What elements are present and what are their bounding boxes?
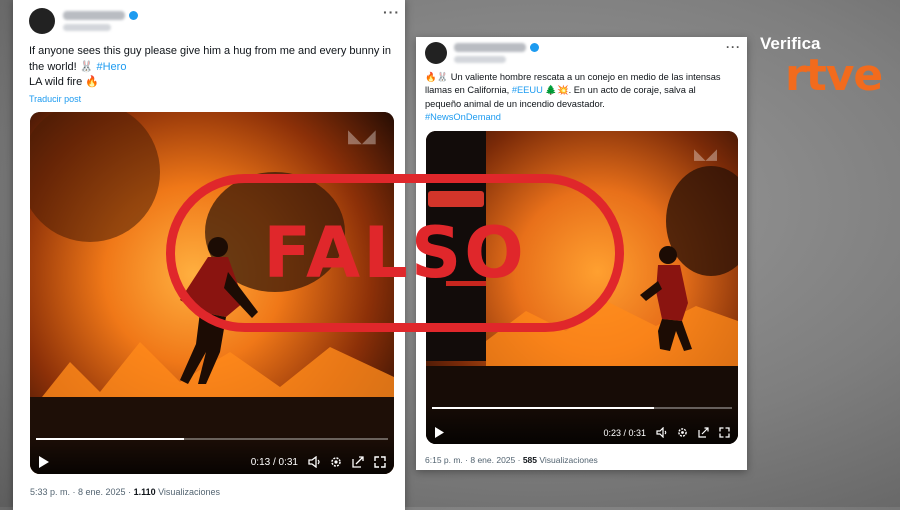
settings-icon[interactable] xyxy=(330,456,342,468)
tweet-1-header xyxy=(29,8,138,34)
avatar[interactable] xyxy=(425,42,447,64)
video-progress-bar[interactable] xyxy=(432,407,732,409)
tweet-2-views-label: Visualizaciones xyxy=(537,455,598,465)
hashtag-hero[interactable]: #Hero xyxy=(97,61,127,73)
video-progress-fill xyxy=(36,438,184,440)
volume-icon[interactable] xyxy=(656,427,667,438)
svg-text:◣◢: ◣◢ xyxy=(348,126,376,146)
video-time: 0:23 / 0:31 xyxy=(603,427,646,438)
verified-icon xyxy=(530,43,539,52)
brand-rtve-logo: rtve xyxy=(785,50,883,101)
video-controls: 0:23 / 0:31 xyxy=(426,404,738,444)
author-handle-blurred[interactable] xyxy=(454,56,506,63)
author-name-blurred[interactable] xyxy=(63,11,125,20)
avatar[interactable] xyxy=(29,8,55,34)
hashtag-eeuu[interactable]: #EEUU xyxy=(512,85,543,95)
tweet-2-timestamp[interactable]: 6:15 p. m. · 8 ene. 2025 · xyxy=(425,455,523,465)
more-icon[interactable]: ··· xyxy=(726,40,741,54)
share-icon[interactable] xyxy=(352,456,364,468)
tweet-1-views-label: Visualizaciones xyxy=(155,487,220,497)
author-name-blurred[interactable] xyxy=(454,43,526,52)
tweet-1-meta: 5:33 p. m. · 8 ene. 2025 · 1.110 Visuali… xyxy=(30,487,220,497)
play-icon[interactable] xyxy=(38,456,49,468)
video-progress-bar[interactable] xyxy=(36,438,388,440)
video-controls: 0:13 / 0:31 xyxy=(30,434,394,474)
author-handle-blurred[interactable] xyxy=(63,24,111,31)
hashtag-newsondemand[interactable]: #NewsOnDemand xyxy=(425,112,501,122)
fullscreen-icon[interactable] xyxy=(719,427,730,438)
tweet-1-line-2: the world! 🐰 xyxy=(29,60,97,73)
svg-text:◣◢: ◣◢ xyxy=(694,146,718,163)
tweet-2-header xyxy=(425,42,539,64)
video-progress-fill xyxy=(432,407,654,409)
tweet-2-line-2: llamas en California, xyxy=(425,85,512,96)
more-icon[interactable]: ··· xyxy=(383,4,400,20)
tweet-1-line-1: If anyone sees this guy please give him … xyxy=(29,45,391,57)
settings-icon[interactable] xyxy=(677,427,688,438)
video-time: 0:13 / 0:31 xyxy=(250,456,298,468)
tweet-2-views-count: 585 xyxy=(522,455,537,465)
fullscreen-icon[interactable] xyxy=(374,456,386,468)
tweet-1-text: If anyone sees this guy please give him … xyxy=(29,44,401,91)
falso-stamp: FALSO xyxy=(166,174,624,332)
tweet-2-meta: 6:15 p. m. · 8 ene. 2025 · 585 Visualiza… xyxy=(425,455,598,465)
volume-icon[interactable] xyxy=(308,456,320,468)
tweet-2-text: 🔥🐰 Un valiente hombre rescata a un conej… xyxy=(425,71,743,125)
tweet-2-line-3: pequeño animal de un incendio devastador… xyxy=(425,98,605,109)
tweet-2-line-2-end: 🌲💥. En un acto de coraje, salva al xyxy=(542,85,696,96)
tweet-1-timestamp[interactable]: 5:33 p. m. · 8 ene. 2025 · xyxy=(30,487,134,497)
verified-icon xyxy=(129,11,138,20)
falso-stamp-label: FALSO xyxy=(263,212,527,294)
play-icon[interactable] xyxy=(434,427,444,438)
translate-post-link[interactable]: Traducir post xyxy=(29,94,81,104)
tweet-1-views-count: 1.110 xyxy=(133,487,156,497)
tweet-2-line-1: 🔥🐰 Un valiente hombre rescata a un conej… xyxy=(425,72,721,82)
tweet-1-line-3: LA wild fire 🔥 xyxy=(29,76,99,88)
share-icon[interactable] xyxy=(698,427,709,438)
